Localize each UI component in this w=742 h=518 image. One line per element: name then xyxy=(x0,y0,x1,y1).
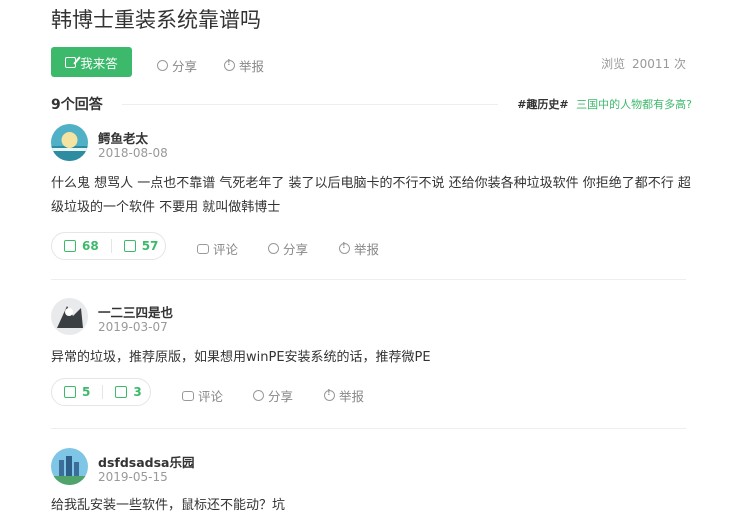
downvote-button[interactable]: 3 xyxy=(102,385,153,399)
comment-label: 评论 xyxy=(213,242,239,257)
views-label: 浏览 xyxy=(601,57,626,71)
answer-date: 2019-03-07 xyxy=(98,320,168,334)
share-icon xyxy=(253,390,264,401)
report-icon xyxy=(324,388,335,401)
share-button[interactable]: 分享 xyxy=(253,386,293,405)
downvote-button[interactable]: 57 xyxy=(110,239,171,253)
report-label: 举报 xyxy=(339,389,365,404)
report-button[interactable]: 举报 xyxy=(224,56,264,75)
comment-label: 评论 xyxy=(198,389,224,404)
avatar[interactable] xyxy=(51,448,88,485)
thumbs-up-icon xyxy=(64,386,76,398)
topic-promo[interactable]: #趣历史# 三国中的人物都有多高? xyxy=(517,96,692,112)
upvote-button[interactable]: 5 xyxy=(52,385,102,399)
comment-icon xyxy=(197,243,209,254)
username[interactable]: 一二三四是也 xyxy=(98,302,173,321)
upvote-count: 68 xyxy=(82,239,99,253)
avatar[interactable] xyxy=(51,124,88,161)
thumbs-down-icon xyxy=(123,240,136,252)
share-icon xyxy=(268,243,279,254)
edit-icon xyxy=(65,56,77,68)
avatar[interactable] xyxy=(51,298,88,335)
topic-link[interactable]: 三国中的人物都有多高? xyxy=(576,98,692,111)
username[interactable]: dsfdsadsa乐园 xyxy=(98,452,194,471)
share-label: 分享 xyxy=(172,59,198,74)
downvote-count: 57 xyxy=(141,239,159,253)
share-label: 分享 xyxy=(268,389,294,404)
answer-button-label: 我来答 xyxy=(80,55,118,71)
answer-content: 给我乱安装一些软件，鼠标还不能动？坑 xyxy=(51,498,286,513)
divider xyxy=(51,428,686,429)
report-button[interactable]: 举报 xyxy=(339,239,379,258)
comment-icon xyxy=(182,390,194,401)
comment-button[interactable]: 评论 xyxy=(197,239,238,258)
views-count: 20011 次 xyxy=(632,57,686,71)
topic-tag[interactable]: #趣历史# xyxy=(517,98,568,111)
share-label: 分享 xyxy=(283,242,309,257)
answer-date: 2019-05-15 xyxy=(98,470,168,484)
report-button[interactable]: 举报 xyxy=(324,386,364,405)
share-button[interactable]: 分享 xyxy=(268,239,308,258)
answer-content: 异常的垃圾，推荐原版，如果想用winPE安装系统的话，推荐微PE xyxy=(51,350,431,365)
report-icon xyxy=(339,241,350,254)
report-label: 举报 xyxy=(239,59,265,74)
answer-content: 什么鬼 想骂人 一点也不靠谱 气死老年了 装了以后电脑卡的不行不说 还给你装各种… xyxy=(51,176,691,215)
answer-count: 9个回答 xyxy=(51,97,103,113)
answer-button[interactable]: 我来答 xyxy=(51,47,132,77)
report-icon xyxy=(224,58,235,71)
downvote-count: 3 xyxy=(133,385,142,399)
page-title: 韩博士重装系统靠谱吗 xyxy=(51,8,261,32)
thumbs-down-icon xyxy=(115,386,128,398)
share-button[interactable]: 分享 xyxy=(157,56,197,75)
upvote-count: 5 xyxy=(82,385,91,399)
vote-group: 68 57 xyxy=(51,232,166,260)
view-count: 浏览 20011 次 xyxy=(598,55,686,72)
share-icon xyxy=(157,60,168,71)
divider xyxy=(51,279,686,280)
answer-date: 2018-08-08 xyxy=(98,146,168,160)
username[interactable]: 鳄鱼老太 xyxy=(98,128,148,147)
thumbs-up-icon xyxy=(64,240,76,252)
upvote-button[interactable]: 68 xyxy=(52,239,111,253)
divider xyxy=(122,104,498,105)
comment-button[interactable]: 评论 xyxy=(182,386,223,405)
vote-group: 5 3 xyxy=(51,378,151,406)
report-label: 举报 xyxy=(354,242,380,257)
